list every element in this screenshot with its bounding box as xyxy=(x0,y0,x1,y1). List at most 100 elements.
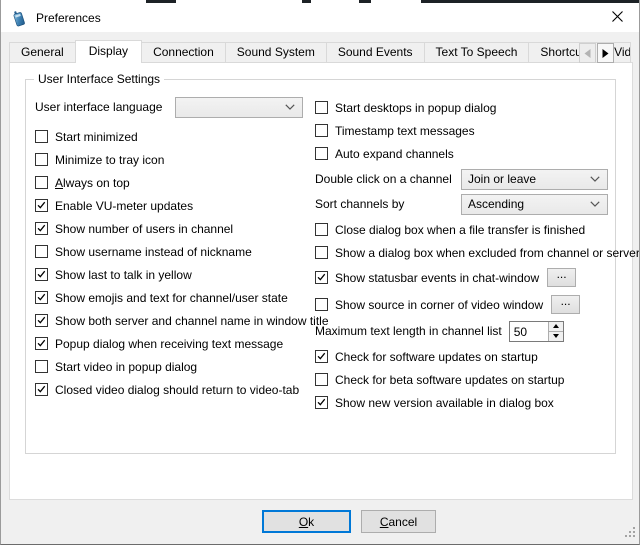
checkbox-label: Show new version available in dialog box xyxy=(335,396,554,410)
checkbox-always-on-top[interactable]: Always on top xyxy=(35,176,130,190)
checkbox-box[interactable] xyxy=(315,246,328,259)
spin-up-button[interactable] xyxy=(549,322,563,332)
settings-row: Check for beta software updates on start… xyxy=(315,368,611,391)
tab-display[interactable]: Display xyxy=(75,40,142,63)
checkbox-box[interactable] xyxy=(35,245,48,258)
checkbox-box[interactable] xyxy=(35,222,48,235)
dropdown-value: Ascending xyxy=(468,197,524,211)
checkbox-start-desktops-in-popup-dialog[interactable]: Start desktops in popup dialog xyxy=(315,101,496,115)
checkbox-start-video-in-popup-dialog[interactable]: Start video in popup dialog xyxy=(35,360,197,374)
checkbox-show-source-in-corner-of-video-window[interactable]: Show source in corner of video window xyxy=(315,298,543,312)
checkbox-box[interactable] xyxy=(315,271,328,284)
ellipsis-button[interactable]: ... xyxy=(547,268,576,287)
arrow-left-icon xyxy=(584,49,591,58)
checkbox-label: Show a dialog box when excluded from cha… xyxy=(335,246,640,260)
field-label: User interface language xyxy=(35,100,175,114)
checkbox-box[interactable] xyxy=(315,124,328,137)
checkbox-check-for-software-updates-on-startup[interactable]: Check for software updates on startup xyxy=(315,350,538,364)
checkbox-label: Show both server and channel name in win… xyxy=(55,314,329,328)
settings-row: Show username instead of nickname xyxy=(35,240,311,263)
ellipsis-button[interactable]: ... xyxy=(551,295,580,314)
checkbox-box[interactable] xyxy=(35,337,48,350)
checkbox-label: Minimize to tray icon xyxy=(55,153,164,167)
settings-row: Minimize to tray icon xyxy=(35,148,311,171)
tab-general[interactable]: General xyxy=(9,42,76,63)
checkbox-box[interactable] xyxy=(35,199,48,212)
checkbox-show-new-version-available-in-dialog-box[interactable]: Show new version available in dialog box xyxy=(315,396,554,410)
checkbox-timestamp-text-messages[interactable]: Timestamp text messages xyxy=(315,124,475,138)
settings-row: Close dialog box when a file transfer is… xyxy=(315,218,611,241)
checkbox-box[interactable] xyxy=(315,223,328,236)
settings-row: Enable VU-meter updates xyxy=(35,194,311,217)
settings-row: Start minimized xyxy=(35,125,311,148)
checkbox-label: Show username instead of nickname xyxy=(55,245,252,259)
ok-button[interactable]: Ok xyxy=(262,510,351,533)
tab-scroll-left-button[interactable] xyxy=(579,43,596,63)
checkbox-enable-vu-meter-updates[interactable]: Enable VU-meter updates xyxy=(35,199,193,213)
checkbox-box[interactable] xyxy=(35,383,48,396)
checkbox-label: Show emojis and text for channel/user st… xyxy=(55,291,288,305)
checkbox-start-minimized[interactable]: Start minimized xyxy=(35,130,138,144)
tab-sound-events[interactable]: Sound Events xyxy=(326,42,425,63)
checkbox-show-a-dialog-box-when-excluded-from-channel-or-server[interactable]: Show a dialog box when excluded from cha… xyxy=(315,246,640,260)
tab-scroll-right-button[interactable] xyxy=(597,43,614,63)
checkbox-label: Auto expand channels xyxy=(335,147,454,161)
dropdown-value: Join or leave xyxy=(468,172,536,186)
settings-row: Show new version available in dialog box xyxy=(315,391,611,414)
chevron-down-icon xyxy=(590,176,600,182)
dropdown-user-interface-language[interactable] xyxy=(175,97,303,118)
checkbox-box[interactable] xyxy=(315,350,328,363)
checkbox-label: Start video in popup dialog xyxy=(55,360,197,374)
checkbox-box[interactable] xyxy=(35,268,48,281)
tab-scrollers xyxy=(578,43,614,63)
checkbox-box[interactable] xyxy=(35,153,48,166)
checkbox-box[interactable] xyxy=(35,176,48,189)
close-button[interactable] xyxy=(595,3,639,32)
tab-connection[interactable]: Connection xyxy=(141,42,226,63)
checkbox-box[interactable] xyxy=(315,147,328,160)
checkbox-box[interactable] xyxy=(35,130,48,143)
checkbox-auto-expand-channels[interactable]: Auto expand channels xyxy=(315,147,454,161)
checkbox-box[interactable] xyxy=(315,396,328,409)
checkbox-label: Timestamp text messages xyxy=(335,124,475,138)
checkbox-label: Start desktops in popup dialog xyxy=(335,101,496,115)
checkbox-show-both-server-and-channel-name-in-window-title[interactable]: Show both server and channel name in win… xyxy=(35,314,329,328)
checkbox-closed-video-dialog-should-return-to-video-tab[interactable]: Closed video dialog should return to vid… xyxy=(35,383,299,397)
spin-buttons xyxy=(548,322,563,341)
settings-row: Show emojis and text for channel/user st… xyxy=(35,286,311,309)
checkbox-box[interactable] xyxy=(315,298,328,311)
settings-row: Popup dialog when receiving text message xyxy=(35,332,311,355)
checkbox-box[interactable] xyxy=(315,101,328,114)
dropdown-double-click-on-a-channel[interactable]: Join or leave xyxy=(461,169,608,190)
checkbox-show-number-of-users-in-channel[interactable]: Show number of users in channel xyxy=(35,222,233,236)
spin-down-button[interactable] xyxy=(549,332,563,341)
tab-sound-system[interactable]: Sound System xyxy=(225,42,327,63)
field-label: Sort channels by xyxy=(315,197,461,211)
checkbox-box[interactable] xyxy=(35,314,48,327)
settings-row: Always on top xyxy=(35,171,311,194)
title-bar[interactable]: Preferences xyxy=(1,3,639,32)
chevron-down-icon xyxy=(590,201,600,207)
checkbox-show-statusbar-events-in-chat-window[interactable]: Show statusbar events in chat-window xyxy=(315,271,539,285)
settings-row: Show last to talk in yellow xyxy=(35,263,311,286)
field-label: Maximum text length in channel list xyxy=(315,324,502,338)
checkbox-close-dialog-box-when-a-file-transfer-is-finished[interactable]: Close dialog box when a file transfer is… xyxy=(315,223,585,237)
checkbox-popup-dialog-when-receiving-text-message[interactable]: Popup dialog when receiving text message xyxy=(35,337,283,351)
resize-grip-icon[interactable] xyxy=(625,527,636,541)
checkbox-minimize-to-tray-icon[interactable]: Minimize to tray icon xyxy=(35,153,164,167)
checkbox-box[interactable] xyxy=(35,360,48,373)
checkbox-box[interactable] xyxy=(315,373,328,386)
checkbox-label: Show source in corner of video window xyxy=(335,298,543,312)
chevron-down-icon xyxy=(285,104,295,110)
spinbox-maximum-text-length-in-channel-list[interactable]: 50 xyxy=(509,321,564,342)
checkbox-show-emojis-and-text-for-channel-user-state[interactable]: Show emojis and text for channel/user st… xyxy=(35,291,288,305)
tab-text-to-speech[interactable]: Text To Speech xyxy=(424,42,530,63)
cancel-button[interactable]: Cancel xyxy=(361,510,436,533)
settings-row: Check for software updates on startup xyxy=(315,345,611,368)
spin-value: 50 xyxy=(510,322,548,341)
checkbox-box[interactable] xyxy=(35,291,48,304)
checkbox-show-last-to-talk-in-yellow[interactable]: Show last to talk in yellow xyxy=(35,268,192,282)
dropdown-sort-channels-by[interactable]: Ascending xyxy=(461,194,608,215)
checkbox-show-username-instead-of-nickname[interactable]: Show username instead of nickname xyxy=(35,245,252,259)
checkbox-check-for-beta-software-updates-on-startup[interactable]: Check for beta software updates on start… xyxy=(315,373,564,387)
